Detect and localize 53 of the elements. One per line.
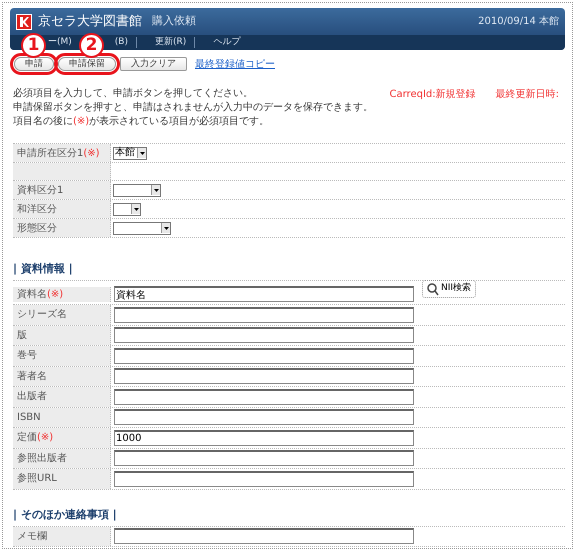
instruction-text: 項目名の後に(※)が表示されている項目が必須項目です。 (13, 115, 270, 129)
menu-item[interactable]: ヘルプ (205, 38, 248, 47)
text-field[interactable] (114, 528, 414, 544)
dropdown[interactable] (113, 202, 141, 216)
logo-icon (16, 14, 32, 30)
page-title: 購入依頼 (152, 13, 196, 30)
dropdown-arrow-icon (134, 208, 138, 210)
instruction-text: 申請保留ボタンを押すと、申請はされませんが入力中のデータを保存できます。 (13, 101, 373, 115)
app-title: 京セラ大学図書館 (38, 12, 142, 31)
last-updated-label: 最終更新日時: (496, 88, 559, 102)
text-field[interactable] (114, 306, 414, 323)
field-label: メモ欄 (17, 530, 47, 544)
date-branch: 2010/09/14 本館 (478, 14, 559, 29)
field-label: 巻号 (17, 349, 37, 364)
text-field[interactable]: 資料名 (114, 286, 414, 302)
text-field[interactable] (114, 348, 414, 364)
dropdown-arrow-icon (154, 188, 158, 192)
menu-item[interactable]: 更新(R) (147, 38, 194, 47)
copy-last-entry-link[interactable]: 最終登録値コピー (195, 56, 275, 72)
section-heading: | 資料情報 | (13, 262, 74, 276)
field-label: 参照URL (17, 472, 57, 486)
carreq-id: CarreqId:新規登録 (390, 88, 476, 102)
field-label: 形態区分 (17, 222, 57, 236)
field-label: 資料区分1 (17, 184, 64, 198)
text-field[interactable] (114, 327, 414, 344)
field-label: 版 (17, 328, 27, 343)
instruction-text: 必須項目を入力して、申請ボタンを押してください。 (13, 87, 254, 101)
field-label: 資料名(※) (17, 288, 64, 302)
field-label: 出版者 (17, 390, 47, 404)
field-label: 申請所在区分1(※) (17, 146, 100, 160)
field-label: 参照出版者 (17, 452, 67, 466)
text-field[interactable] (114, 450, 414, 466)
text-field[interactable] (114, 388, 414, 405)
menu-item[interactable]: ー(M) (47, 38, 73, 47)
toolbar-button[interactable]: 入力クリア (120, 57, 187, 71)
field-label: 和洋区分 (17, 202, 57, 216)
dropdown-arrow-icon (164, 226, 168, 230)
text-field[interactable] (114, 368, 414, 384)
menu-item[interactable]: (B) (106, 38, 136, 47)
dropdown[interactable] (113, 184, 161, 196)
field-label: シリーズ名 (17, 308, 67, 322)
text-field[interactable] (114, 470, 414, 487)
nii-search-button[interactable]: NII検索 (422, 280, 476, 298)
dropdown[interactable] (113, 222, 171, 234)
text-field[interactable] (114, 409, 414, 426)
dropdown[interactable]: 本館 (113, 146, 147, 160)
section-heading: | そのほか連絡事項 | (13, 508, 118, 522)
dropdown-arrow-icon (140, 152, 144, 154)
text-field[interactable]: 1000 (114, 430, 414, 446)
field-label: 定価(※) (17, 430, 54, 446)
field-label: 著者名 (17, 370, 47, 384)
field-label: ISBN (17, 410, 41, 425)
search-icon (427, 282, 439, 296)
